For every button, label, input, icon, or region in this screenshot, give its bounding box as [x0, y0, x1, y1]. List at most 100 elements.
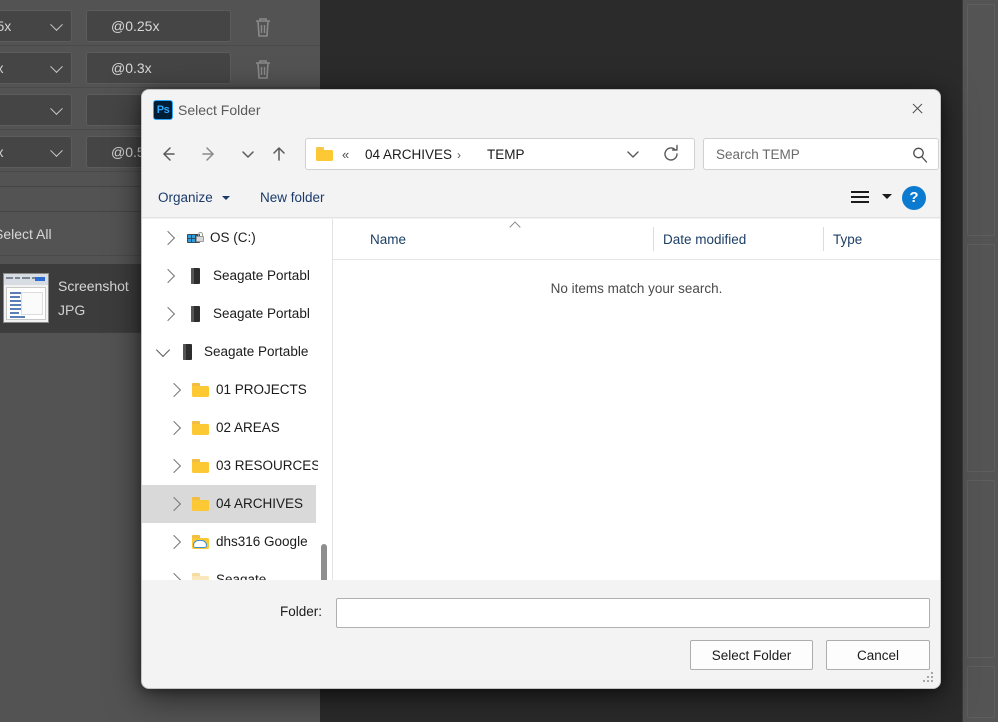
tree-item-os-c[interactable]: OS (C:) — [142, 219, 316, 257]
breadcrumb-overflow-icon[interactable]: « — [342, 145, 349, 165]
tree-item-seagate-portable-3[interactable]: Seagate Portable — [142, 333, 316, 371]
column-divider[interactable] — [653, 227, 654, 251]
chevron-right-icon[interactable] — [160, 306, 176, 322]
chevron-down-icon — [50, 144, 63, 158]
scale-dropdown[interactable]: 0.5x — [0, 136, 72, 168]
scale-dropdown[interactable]: 0.3x — [0, 52, 72, 84]
trash-icon[interactable] — [252, 15, 274, 39]
folder-field-label: Folder: — [280, 604, 323, 619]
select-folder-dialog: Ps Select Folder « 04 ARCHIVES › TEMP Se… — [141, 89, 941, 689]
back-button[interactable] — [153, 139, 183, 169]
chevron-right-icon[interactable] — [166, 534, 182, 550]
tree-item-label: Seagate Portable — [204, 344, 309, 359]
navigation-bar: « 04 ARCHIVES › TEMP — [142, 130, 940, 178]
new-folder-button[interactable]: New folder — [260, 178, 325, 218]
search-icon[interactable] — [910, 145, 930, 165]
folder-icon — [192, 496, 210, 512]
chevron-right-icon[interactable] — [166, 420, 182, 436]
tree-item-01-projects[interactable]: 01 PROJECTS — [142, 371, 316, 409]
tree-item-02-areas[interactable]: 02 AREAS — [142, 409, 316, 447]
organize-button[interactable]: Organize — [158, 178, 230, 218]
portable-drive-icon — [187, 268, 205, 284]
chevron-down-icon[interactable] — [155, 342, 171, 358]
address-bar[interactable]: « 04 ARCHIVES › TEMP — [305, 138, 695, 170]
scale-dropdown[interactable]: 0.25x — [0, 10, 72, 42]
cancel-button[interactable]: Cancel — [826, 640, 930, 670]
empty-list-message: No items match your search. — [550, 281, 723, 296]
chevron-right-icon[interactable] — [160, 230, 176, 246]
search-box[interactable] — [703, 138, 939, 170]
trash-icon[interactable] — [252, 57, 274, 81]
column-header-date-modified[interactable]: Date modified — [663, 219, 746, 259]
dialog-title: Select Folder — [178, 102, 261, 118]
tree-item-03-resources[interactable]: 03 RESOURCES — [142, 447, 320, 485]
portable-drive-icon — [179, 344, 197, 360]
asset-name: Screenshot — [58, 278, 129, 294]
scale-suffix-field[interactable]: @0.25x — [86, 10, 231, 42]
search-input[interactable] — [704, 139, 902, 169]
os-drive-icon — [187, 230, 205, 246]
dialog-footer: Folder: Select Folder Cancel — [142, 580, 940, 688]
folder-icon — [192, 420, 210, 436]
view-options-chevron-down-icon[interactable] — [882, 194, 892, 199]
close-icon[interactable] — [894, 90, 940, 128]
folder-icon — [316, 147, 333, 161]
scale-suffix-value: @0.3x — [111, 60, 152, 76]
asset-type: JPG — [58, 302, 86, 318]
tree-item-seagate-portable-2[interactable]: Seagate Portabl — [142, 295, 316, 333]
scale-dropdown-value: 0.5x — [0, 144, 3, 160]
view-options-icon[interactable] — [848, 186, 872, 210]
column-header-type[interactable]: Type — [833, 219, 862, 259]
tree-item-label: 02 AREAS — [216, 420, 280, 435]
scale-row: 0.25x @0.25x — [0, 4, 320, 46]
rail-panel-3 — [967, 480, 995, 658]
column-header-name[interactable]: Name — [370, 219, 406, 259]
chevron-down-icon — [221, 196, 230, 201]
tree-item-label: OS (C:) — [210, 230, 256, 245]
scale-dropdown-value: 0.25x — [0, 18, 12, 34]
folder-field[interactable] — [336, 598, 930, 628]
scale-suffix-value: @0.25x — [111, 18, 160, 34]
refresh-icon[interactable] — [656, 139, 686, 169]
organize-label: Organize — [158, 190, 213, 205]
tree-item-label: Seagate Portabl — [213, 306, 310, 321]
scale-dropdown-value: 0.3x — [0, 60, 3, 76]
breadcrumb-separator-icon: › — [457, 148, 461, 162]
dialog-titlebar[interactable]: Ps Select Folder — [142, 90, 940, 130]
forward-button[interactable] — [194, 139, 224, 169]
recent-locations-button[interactable] — [233, 139, 263, 169]
column-divider[interactable] — [823, 227, 824, 251]
up-button[interactable] — [264, 139, 294, 169]
breadcrumb-temp[interactable]: TEMP — [487, 139, 525, 171]
breadcrumb-04-archives[interactable]: 04 ARCHIVES — [365, 139, 452, 171]
chevron-right-icon[interactable] — [160, 268, 176, 284]
new-folder-label: New folder — [260, 190, 325, 205]
sort-ascending-icon — [509, 221, 521, 233]
rail-panel-4 — [967, 666, 995, 718]
command-bar: Organize New folder ? — [142, 178, 940, 218]
folder-icon — [192, 382, 210, 398]
asset-thumbnail — [3, 273, 49, 323]
chevron-down-icon — [50, 18, 63, 32]
chevron-right-icon[interactable] — [166, 458, 182, 474]
tree-item-seagate-portable-1[interactable]: Seagate Portabl — [142, 257, 316, 295]
tree-item-label: dhs316 Google — [216, 534, 308, 549]
chevron-right-icon[interactable] — [166, 496, 182, 512]
tree-item-dhs316-google[interactable]: dhs316 Google — [142, 523, 316, 561]
address-dropdown-icon[interactable] — [618, 139, 648, 169]
scale-dropdown[interactable]: 1x — [0, 94, 72, 126]
help-icon[interactable]: ? — [902, 186, 926, 210]
chevron-right-icon[interactable] — [166, 382, 182, 398]
tree-item-04-archives[interactable]: 04 ARCHIVES — [142, 485, 316, 523]
select-folder-button[interactable]: Select Folder — [690, 640, 813, 670]
resize-grip[interactable] — [923, 672, 935, 684]
app-icon-label: Ps — [156, 104, 170, 116]
photoshop-right-rail — [962, 0, 998, 722]
folder-icon — [192, 458, 210, 474]
select-all-label: Select All — [0, 226, 52, 242]
scale-row: 0.3x @0.3x — [0, 46, 320, 88]
google-drive-folder-icon — [192, 534, 210, 550]
scale-suffix-field[interactable]: @0.3x — [86, 52, 231, 84]
tree-item-label: 01 PROJECTS — [216, 382, 307, 397]
folder-input[interactable] — [337, 599, 929, 627]
